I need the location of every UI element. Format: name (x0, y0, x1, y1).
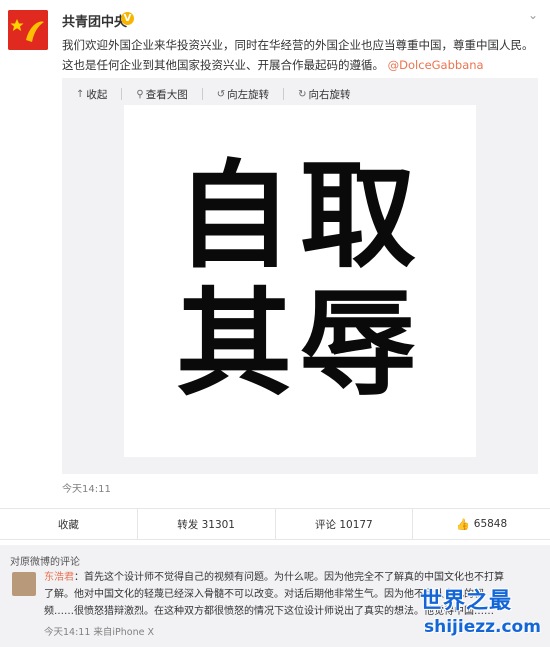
image-text-line-1: 自取 (176, 149, 424, 284)
favorite-button[interactable]: 收藏 (0, 509, 138, 539)
view-large-button[interactable]: ⚲ 查看大图 (136, 84, 187, 104)
author-avatar[interactable] (8, 10, 48, 50)
comments-title: 对原微博的评论 (10, 557, 80, 568)
media-toolbar: ↑ 收起 ⚲ 查看大图 ↺ 向左旋转 ↻ 向右旋转 (76, 84, 351, 104)
like-count: 65848 (473, 518, 508, 530)
weibo-post-card: 共青团中央 V ⌄ 我们欢迎外国企业来华投资兴业，同时在华经营的外国企业也应当尊… (0, 0, 550, 540)
site-watermark: 世界之最 shijiezz.com (420, 583, 550, 647)
post-timestamp[interactable]: 今天14:11 (62, 480, 111, 495)
rotate-left-icon: ↺ (216, 88, 226, 100)
divider (201, 88, 203, 100)
rotate-right-label: 向右旋转 (308, 88, 351, 101)
watermark-title: 世界之最 (420, 589, 513, 614)
rotate-left-label: 向左旋转 (227, 88, 270, 101)
image-text-line-2: 其辱 (176, 277, 424, 412)
like-button[interactable]: 👍 65848 (413, 509, 550, 539)
divider (283, 88, 285, 100)
verified-badge-icon: V (121, 12, 134, 25)
view-large-label: 查看大图 (145, 88, 188, 101)
comment-label: 评论 10177 (315, 518, 373, 531)
collapse-label: 收起 (86, 88, 108, 101)
collapse-icon: ↑ (76, 88, 85, 100)
thumbs-up-icon: 👍 (456, 517, 470, 531)
divider (121, 88, 123, 100)
commenter-avatar[interactable] (12, 572, 36, 596)
rotate-right-button[interactable]: ↻ 向右旋转 (298, 84, 350, 104)
post-text: 我们欢迎外国企业来华投资兴业，同时在华经营的外国企业也应当尊重中国，尊重中国人民… (62, 35, 542, 75)
repost-button[interactable]: 转发 31301 (138, 509, 276, 539)
commenter-name[interactable]: 东浩君 (44, 572, 74, 583)
author-name[interactable]: 共青团中央 (62, 11, 127, 30)
favorite-label: 收藏 (57, 518, 79, 531)
post-image[interactable]: 自取 其辱 (124, 105, 476, 457)
rotate-right-icon: ↻ (298, 88, 307, 100)
comment-meta: 今天14:11 来自iPhone X (44, 627, 154, 638)
action-bar: 收藏 转发 31301 评论 10177 👍 65848 (0, 508, 550, 540)
search-icon: ⚲ (136, 88, 144, 100)
rotate-left-button[interactable]: ↺ 向左旋转 (217, 84, 269, 104)
comment-button[interactable]: 评论 10177 (276, 509, 414, 539)
watermark-url: shijiezz.com (424, 617, 541, 637)
collapse-button[interactable]: ↑ 收起 (76, 84, 107, 104)
mention-link[interactable]: @DolceGabbana (388, 58, 484, 72)
repost-label: 转发 31301 (177, 518, 235, 531)
chevron-down-icon[interactable]: ⌄ (528, 8, 538, 22)
media-viewer: ↑ 收起 ⚲ 查看大图 ↺ 向左旋转 ↻ 向右旋转 自取 其辱 (62, 78, 538, 474)
